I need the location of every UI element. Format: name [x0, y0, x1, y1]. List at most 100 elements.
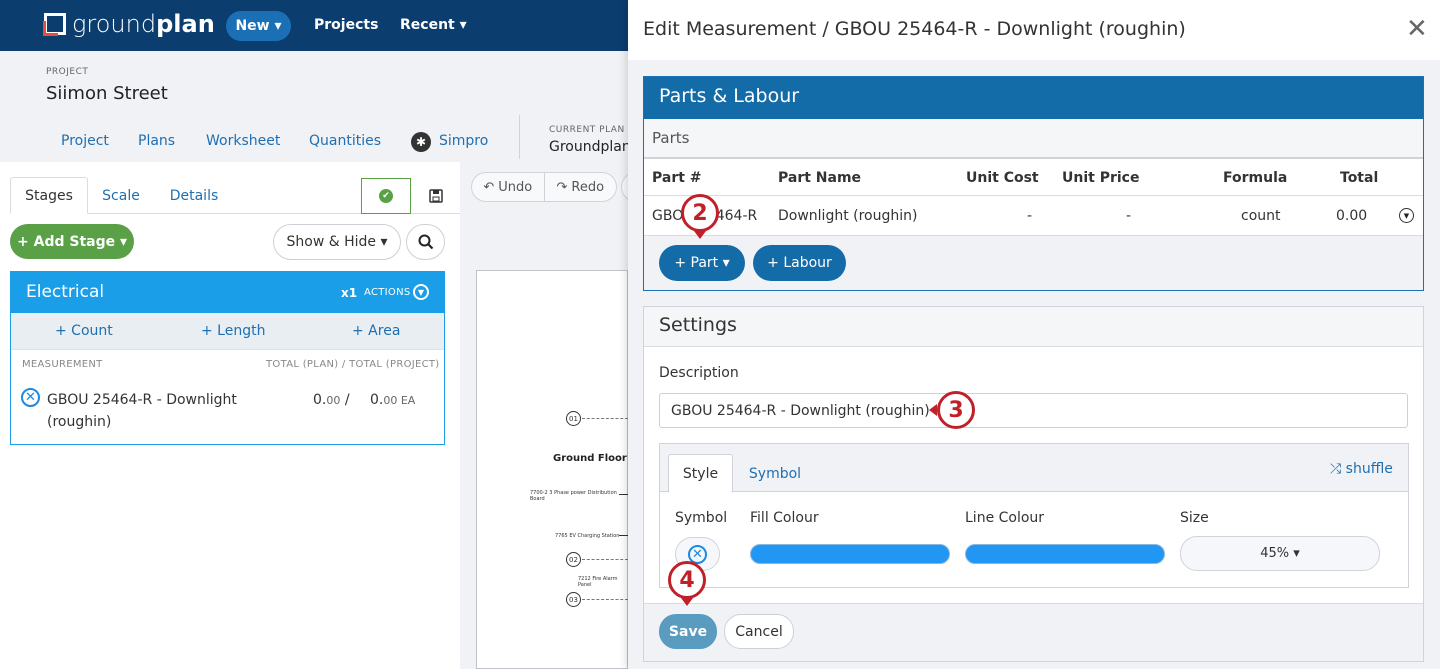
tab-project[interactable]: Project: [61, 133, 109, 149]
col-unit-cost: Unit Cost: [966, 170, 1039, 186]
settings-panel: Settings Description Style Symbol ⤮ shuf…: [643, 306, 1424, 662]
project-header: PROJECT Siimon Street Project Plans Work…: [0, 51, 631, 162]
search-button[interactable]: [406, 224, 445, 260]
measurement-column-header: MEASUREMENT: [22, 359, 103, 370]
tab-worksheet[interactable]: Worksheet: [206, 133, 280, 149]
stage-header: Electrical x1 ACTIONS ▼: [11, 272, 444, 313]
callout-pointer: [929, 404, 937, 416]
add-count-button[interactable]: + Count: [55, 323, 113, 339]
stage-add-row: + Count + Length + Area: [11, 313, 444, 350]
tab-quantities[interactable]: Quantities: [309, 133, 381, 149]
plan-gridline: [582, 559, 628, 560]
new-dropdown-button[interactable]: New ▾: [226, 11, 291, 41]
measurement-symbol-icon[interactable]: ✕: [21, 388, 40, 407]
project-total: 0.00 EA: [370, 392, 416, 408]
stage-multiplier[interactable]: x1: [341, 286, 357, 300]
save-icon[interactable]: [424, 184, 448, 208]
stages-panel: Stages Scale Details ✔ + Add Stage ▾ Sho…: [0, 162, 460, 669]
tab-plans[interactable]: Plans: [138, 133, 175, 149]
plan-leader-line: [619, 494, 628, 495]
fill-colour-picker[interactable]: [750, 544, 950, 564]
tab-stages[interactable]: Stages: [10, 177, 88, 214]
plan-marker: 02: [566, 552, 581, 567]
tab-details[interactable]: Details: [161, 177, 227, 214]
plan-sheet[interactable]: [476, 270, 628, 669]
parts-labour-panel: Parts & Labour Parts Part # Part Name Un…: [643, 76, 1424, 291]
add-labour-button[interactable]: + Labour: [753, 245, 846, 281]
edit-measurement-modal: Edit Measurement / GBOU 25464-R - Downli…: [628, 0, 1440, 669]
plan-gridline: [582, 418, 628, 419]
plan-marker: 03: [566, 592, 581, 607]
description-input[interactable]: [659, 393, 1408, 428]
undo-redo-bar: ↶ Undo ↷ Redo: [471, 172, 617, 202]
nav-recent-dropdown[interactable]: Recent ▾: [400, 17, 467, 33]
chevron-down-icon[interactable]: ▼: [1399, 208, 1414, 223]
row-total: 0.00: [1336, 208, 1368, 224]
stage-title[interactable]: Electrical: [26, 282, 104, 302]
search-icon: [418, 234, 433, 250]
unit-cost: -: [1027, 208, 1033, 224]
callout-pointer: [694, 231, 706, 239]
measurement-name[interactable]: GBOU 25464-R - Downlight (roughin): [47, 389, 247, 433]
tab-scale[interactable]: Scale: [94, 177, 148, 214]
chevron-down-icon[interactable]: ▼: [413, 284, 429, 300]
add-part-button[interactable]: + Part ▾: [659, 245, 745, 281]
show-hide-dropdown[interactable]: Show & Hide ▾: [273, 224, 401, 260]
symbol-label: Symbol: [675, 510, 728, 526]
groundplan-logo[interactable]: groundplan: [43, 10, 215, 38]
formula[interactable]: count: [1241, 208, 1281, 224]
current-plan-name[interactable]: Groundplan: [549, 139, 631, 155]
check-icon: ✔: [379, 189, 393, 203]
plan-total: 0.00 /: [313, 392, 350, 408]
plan-gridline: [582, 599, 628, 600]
undo-button[interactable]: ↶ Undo: [472, 173, 545, 201]
plan-item-label: 7765 EV Charging Station: [555, 533, 620, 539]
tab-style[interactable]: Style: [668, 454, 733, 493]
plan-marker: 01: [566, 411, 581, 426]
col-total: Total: [1340, 170, 1379, 186]
line-colour-picker[interactable]: [965, 544, 1165, 564]
logo-text-light: ground: [72, 10, 157, 38]
stage-actions-label[interactable]: ACTIONS: [364, 287, 411, 298]
part-name: Downlight (roughin): [778, 208, 918, 224]
style-box: Style Symbol ⤮ shuffle Symbol Fill Colou…: [659, 443, 1409, 588]
nav-projects[interactable]: Projects: [314, 17, 378, 33]
undo-icon: ↶: [483, 179, 495, 195]
parts-subtitle: Parts: [644, 119, 1423, 159]
project-name: Siimon Street: [46, 83, 168, 104]
modal-footer: Save Cancel: [644, 603, 1423, 661]
add-stage-button[interactable]: + Add Stage ▾: [10, 224, 134, 259]
col-unit-price: Unit Price: [1062, 170, 1140, 186]
line-colour-label: Line Colour: [965, 510, 1045, 526]
add-area-button[interactable]: + Area: [352, 323, 400, 339]
size-label: Size: [1180, 510, 1209, 526]
save-button[interactable]: Save: [659, 614, 717, 649]
plan-leader-line: [619, 535, 628, 536]
logo-icon: [43, 13, 66, 36]
close-icon[interactable]: ✕: [1406, 16, 1428, 42]
fill-colour-label: Fill Colour: [750, 510, 819, 526]
col-part-name: Part Name: [778, 170, 862, 186]
redo-icon: ↷: [556, 179, 568, 195]
project-label: PROJECT: [46, 67, 89, 77]
callout-marker: 3: [937, 391, 975, 429]
unit-price: -: [1126, 208, 1132, 224]
cancel-button[interactable]: Cancel: [724, 614, 794, 649]
tab-symbol[interactable]: Symbol: [738, 454, 812, 493]
redo-button[interactable]: ↷ Redo: [545, 173, 617, 201]
totals-column-header: TOTAL (PLAN) / TOTAL (PROJECT): [266, 359, 440, 370]
callout-marker: 2: [681, 194, 719, 232]
modal-title: Edit Measurement / GBOU 25464-R - Downli…: [643, 18, 1186, 40]
shuffle-icon: ⤮: [1330, 461, 1346, 477]
shuffle-button[interactable]: ⤮ shuffle: [1330, 461, 1393, 477]
divider: [644, 157, 1423, 159]
confirm-button[interactable]: ✔: [361, 178, 411, 214]
simpro-icon: ✱: [411, 132, 431, 152]
callout-marker: 4: [668, 561, 706, 599]
size-dropdown[interactable]: 45% ▾: [1180, 536, 1380, 571]
col-formula: Formula: [1223, 170, 1288, 186]
tab-simpro[interactable]: Simpro: [439, 133, 488, 149]
add-length-button[interactable]: + Length: [201, 323, 265, 339]
divider: [644, 195, 1423, 196]
plan-floor-label: Ground Floor: [553, 453, 627, 464]
